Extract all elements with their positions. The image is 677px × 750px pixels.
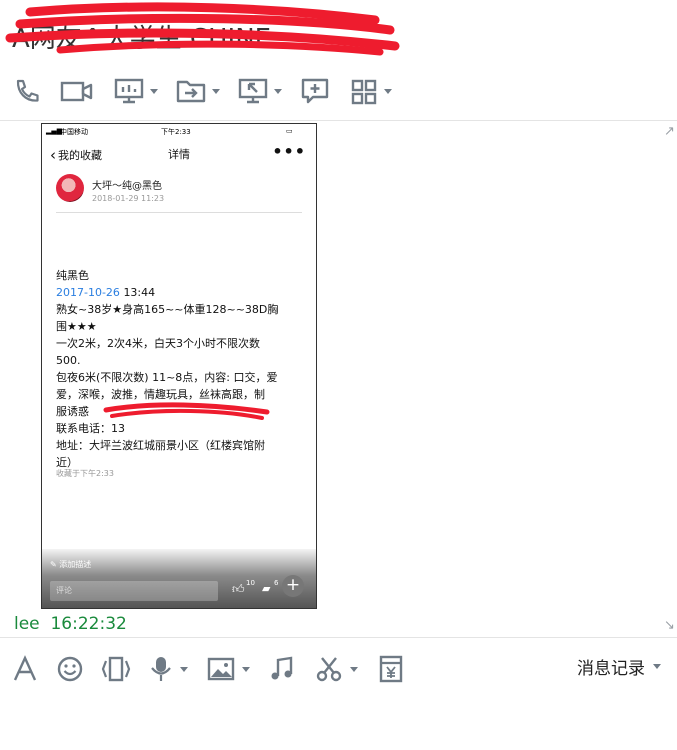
- comment-field: 评论: [50, 581, 218, 601]
- post-line: 围★★★: [56, 320, 97, 333]
- font-button[interactable]: [12, 652, 38, 686]
- date-link: 2017-10-26: [56, 286, 120, 299]
- image-button[interactable]: [206, 652, 250, 686]
- post-line: 包夜6米(不限次数) 11~8点，内容: 口交，爱: [56, 371, 278, 384]
- font-icon: [13, 655, 37, 681]
- chevron-down-icon: [274, 88, 282, 94]
- divider: [0, 120, 677, 121]
- phone-status-bar: ▂▄▆ 中国移动 下午2:33 ▭: [42, 124, 316, 140]
- nav-back-label: 我的收藏: [58, 149, 102, 162]
- battery-icon: ▭: [286, 127, 293, 135]
- red-packet-button[interactable]: [378, 652, 404, 686]
- message-time: 16:22:32: [50, 614, 127, 634]
- redaction-scribble: [103, 402, 270, 420]
- post-content: 纯黑色 2017-10-26 13:44 熟女~38岁★身高165~~体重128…: [56, 267, 306, 471]
- divider: [0, 637, 677, 638]
- nav-back: ‹ 我的收藏: [50, 146, 102, 164]
- message-history-button[interactable]: 消息记录: [577, 654, 661, 679]
- like-count: 10: [246, 579, 255, 587]
- carrier-label: 中国移动: [60, 128, 88, 136]
- comment-count: 6: [274, 579, 279, 587]
- red-packet-icon: [379, 655, 403, 683]
- chat-header: A网友^大学生 CHINE: [0, 0, 677, 60]
- apps-grid-icon: [351, 79, 377, 105]
- divider: [56, 212, 302, 213]
- chevron-down-icon: [350, 666, 358, 672]
- plus-icon: +: [282, 575, 304, 597]
- music-icon: [271, 656, 293, 680]
- post-title: 纯黑色: [56, 269, 89, 282]
- shake-button[interactable]: [100, 652, 132, 686]
- emoji-icon: [57, 656, 83, 682]
- chevron-down-icon: [384, 88, 392, 94]
- add-description: ✎ 添加描述: [50, 560, 92, 569]
- add-chat-icon: [301, 78, 329, 104]
- post-line: 熟女~38岁★身高165~~体重128~~38D胸: [56, 303, 279, 316]
- status-time: 下午2:33: [161, 128, 191, 136]
- user-date: 2018-01-29 11:23: [92, 194, 165, 203]
- music-button[interactable]: [268, 652, 296, 686]
- back-chevron-icon: ‹: [50, 146, 56, 164]
- message-history-label: 消息记录: [577, 659, 645, 679]
- comment-placeholder: 评论: [56, 586, 72, 595]
- video-icon: [60, 81, 93, 102]
- phone-call-button[interactable]: [12, 74, 40, 108]
- chevron-down-icon: [212, 88, 220, 94]
- chevron-down-icon: [242, 666, 250, 672]
- expand-arrow-icon[interactable]: ↗: [664, 124, 675, 139]
- send-file-button[interactable]: [176, 74, 220, 108]
- screenshot-icon: [316, 657, 342, 682]
- date-time: 13:44: [123, 286, 156, 299]
- video-call-button[interactable]: [60, 74, 94, 108]
- input-toolbar: [0, 646, 677, 686]
- image-icon: [207, 657, 235, 681]
- emoji-button[interactable]: [56, 652, 84, 686]
- shake-icon: [101, 656, 131, 682]
- screen-share-button[interactable]: [114, 74, 158, 108]
- voice-icon: [151, 657, 171, 681]
- add-chat-button[interactable]: [300, 74, 330, 108]
- user-name: 大坪～纯@黑色: [92, 181, 162, 192]
- post-line: 地址：大坪兰波红城丽景小区（红楼宾馆附: [56, 439, 265, 452]
- avatar: [56, 174, 84, 202]
- remote-assist-icon: [238, 78, 268, 104]
- post-line: 一次2米，2次4米，白天3个小时不限次数: [56, 337, 260, 350]
- post-date-line: 2017-10-26 13:44: [56, 284, 306, 301]
- collapse-arrow-icon[interactable]: ↘: [664, 618, 675, 633]
- sender-name: lee: [14, 614, 40, 634]
- phone-icon: [16, 79, 39, 102]
- send-file-icon: [176, 80, 206, 103]
- chevron-down-icon: [180, 666, 188, 672]
- chevron-down-icon: [653, 664, 661, 669]
- more-icon: •••: [272, 142, 306, 161]
- message-meta: lee 16:22:32: [14, 614, 127, 634]
- post-line: 联系电话：13: [56, 422, 125, 435]
- favorite-time: 收藏于下午2:33: [56, 469, 114, 478]
- voice-button[interactable]: [148, 652, 188, 686]
- chevron-down-icon: [150, 88, 158, 94]
- shared-screenshot[interactable]: ▂▄▆ 中国移动 下午2:33 ▭ 详情 ‹ 我的收藏 ••• 大坪～纯@黑色 …: [41, 123, 317, 609]
- chat-toolbar: [0, 68, 677, 114]
- remote-assist-button[interactable]: [238, 74, 282, 108]
- screen-share-icon: [114, 78, 144, 104]
- apps-button[interactable]: [350, 74, 392, 108]
- comment-icon: ▰: [262, 582, 271, 595]
- phone-nav-bar: 详情 ‹ 我的收藏 •••: [42, 140, 316, 168]
- post-line: 500.: [56, 354, 81, 367]
- screenshot-button[interactable]: [314, 652, 358, 686]
- add-description-label: 添加描述: [59, 560, 92, 569]
- redaction-scribble: [5, 2, 400, 56]
- like-icon: 👍︎: [232, 582, 245, 596]
